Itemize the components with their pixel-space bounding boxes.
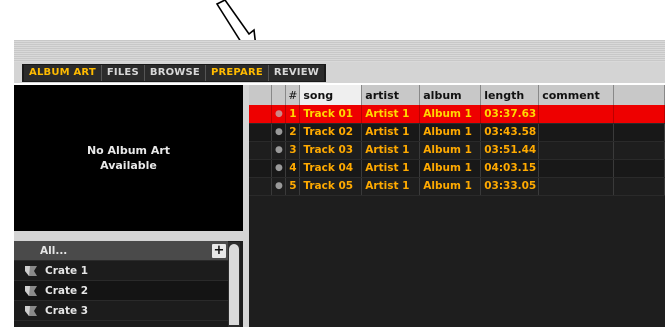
crate-item[interactable]: Crate 3 <box>14 301 228 321</box>
cell-album: Album 1 <box>419 159 482 178</box>
row-extra <box>613 177 665 196</box>
table-row[interactable]: ● 3 Track 03 Artist 1 Album 1 03:51.44 <box>249 141 665 160</box>
cell-song: Track 02 <box>299 123 363 142</box>
cell-artist: Artist 1 <box>361 141 421 160</box>
row-extra <box>613 105 665 124</box>
cell-number: 4 <box>285 159 301 178</box>
crate-label: Crate 2 <box>45 284 89 297</box>
tab-prepare[interactable]: PREPARE <box>205 65 269 81</box>
header-song[interactable]: song <box>299 85 363 105</box>
scrollbar-thumb[interactable] <box>229 244 239 325</box>
cell-album: Album 1 <box>419 177 482 196</box>
cell-song: Track 03 <box>299 141 363 160</box>
cell-comment <box>538 159 615 178</box>
crate-icon <box>25 305 37 316</box>
cell-number: 1 <box>285 105 301 124</box>
cell-artist: Artist 1 <box>361 159 421 178</box>
row-spacer <box>249 141 273 160</box>
table-row[interactable]: ● 4 Track 04 Artist 1 Album 1 04:03.15 <box>249 159 665 178</box>
cell-artist: Artist 1 <box>361 105 421 124</box>
row-spacer <box>249 123 273 142</box>
cell-artist: Artist 1 <box>361 123 421 142</box>
status-dot-icon: ● <box>271 141 287 160</box>
cell-song: Track 01 <box>299 105 363 124</box>
status-dot-icon: ● <box>271 105 287 124</box>
crate-icon <box>25 285 37 296</box>
album-art-message-line2: Available <box>100 159 157 172</box>
cell-album: Album 1 <box>419 141 482 160</box>
crate-all[interactable]: All... + <box>14 241 228 261</box>
crate-label: Crate 3 <box>45 304 89 317</box>
tab-files[interactable]: FILES <box>101 65 145 81</box>
row-spacer <box>249 177 273 196</box>
cell-length: 03:37.63 <box>480 105 540 124</box>
table-header-row: # song artist album length comment <box>249 85 665 105</box>
header-status[interactable] <box>271 85 287 105</box>
top-bar <box>14 40 665 62</box>
row-spacer <box>249 159 273 178</box>
cell-length: 03:51.44 <box>480 141 540 160</box>
plus-icon[interactable]: + <box>212 244 226 258</box>
crate-list: All... + Crate 1 Crate 2 Crate 3 <box>14 241 243 327</box>
cell-album: Album 1 <box>419 123 482 142</box>
crate-all-label: All... <box>40 244 68 257</box>
album-art-panel: No Album Art Available <box>14 85 243 231</box>
row-extra <box>613 141 665 160</box>
header-album[interactable]: album <box>419 85 482 105</box>
cell-song: Track 04 <box>299 159 363 178</box>
crate-label: Crate 1 <box>45 264 89 277</box>
cell-length: 03:33.05 <box>480 177 540 196</box>
crate-scrollbar[interactable] <box>228 242 240 327</box>
row-extra <box>613 123 665 142</box>
cell-song: Track 05 <box>299 177 363 196</box>
table-row[interactable]: ● 5 Track 05 Artist 1 Album 1 03:33.05 <box>249 177 665 196</box>
track-table-panel: # song artist album length comment ● 1 T… <box>249 85 665 327</box>
crate-icon <box>25 265 37 276</box>
tab-album-art[interactable]: ALBUM ART <box>24 65 102 81</box>
crate-item[interactable]: Crate 2 <box>14 281 228 301</box>
table-row[interactable]: ● 2 Track 02 Artist 1 Album 1 03:43.58 <box>249 123 665 142</box>
table-row[interactable]: ● 1 Track 01 Artist 1 Album 1 03:37.63 <box>249 105 665 124</box>
status-dot-icon: ● <box>271 177 287 196</box>
crate-item[interactable]: Crate 1 <box>14 261 228 281</box>
cell-comment <box>538 177 615 196</box>
tab-review[interactable]: REVIEW <box>268 65 324 81</box>
tab-bar: ALBUM ART FILES BROWSE PREPARE REVIEW <box>22 64 326 82</box>
header-length[interactable]: length <box>480 85 540 105</box>
cell-artist: Artist 1 <box>361 177 421 196</box>
tab-browse[interactable]: BROWSE <box>144 65 206 81</box>
header-comment[interactable]: comment <box>538 85 615 105</box>
row-extra <box>613 159 665 178</box>
cell-album: Album 1 <box>419 105 482 124</box>
status-dot-icon: ● <box>271 159 287 178</box>
track-table: # song artist album length comment ● 1 T… <box>249 85 665 196</box>
cell-length: 04:03.15 <box>480 159 540 178</box>
cell-number: 2 <box>285 123 301 142</box>
panel-gap <box>14 231 243 241</box>
album-art-message-line1: No Album Art <box>86 144 171 157</box>
cell-number: 3 <box>285 141 301 160</box>
status-dot-icon: ● <box>271 123 287 142</box>
row-spacer <box>249 105 273 124</box>
cell-comment <box>538 105 615 124</box>
header-extra <box>613 85 665 105</box>
header-artist[interactable]: artist <box>361 85 421 105</box>
cell-comment <box>538 141 615 160</box>
cell-comment <box>538 123 615 142</box>
cell-length: 03:43.58 <box>480 123 540 142</box>
header-spacer <box>249 85 273 105</box>
cell-number: 5 <box>285 177 301 196</box>
header-number[interactable]: # <box>285 85 301 105</box>
